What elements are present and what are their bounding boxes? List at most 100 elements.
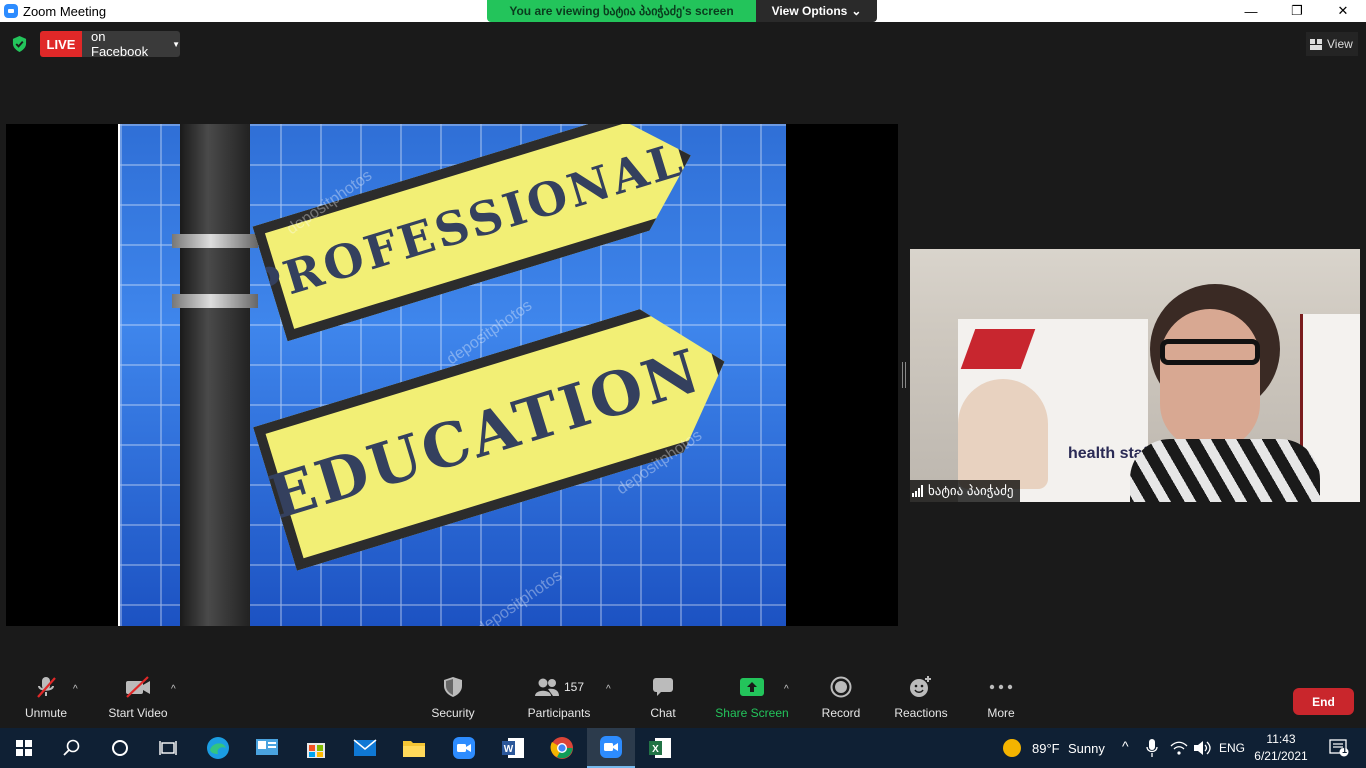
task-view-icon: [159, 741, 177, 755]
restore-button[interactable]: ❐: [1274, 0, 1320, 22]
store-bag-icon: [307, 743, 325, 758]
signpost-pole: [180, 124, 250, 626]
cortana-circle-icon: [112, 740, 128, 756]
unmute-button[interactable]: Unmute: [20, 670, 72, 728]
participants-options-caret-icon[interactable]: ^: [606, 684, 611, 695]
record-icon: [830, 676, 852, 698]
view-options-label: View Options: [771, 4, 848, 18]
participant-name-tag: ხატია პაიჭაძე: [910, 480, 1020, 502]
camera-off-icon: [126, 676, 150, 698]
view-grid-icon: [1310, 38, 1322, 50]
record-button[interactable]: Record: [818, 670, 864, 728]
svg-text:W: W: [504, 744, 514, 755]
security-button[interactable]: Security: [428, 670, 478, 728]
view-options-button[interactable]: View Options ⌄: [756, 0, 877, 22]
microphone-tray-icon[interactable]: [1146, 739, 1158, 757]
taskbar-zoom-pinned[interactable]: [440, 728, 488, 768]
participant-glasses: [1160, 339, 1260, 365]
search-button[interactable]: [48, 728, 96, 768]
viewing-screen-text: You are viewing ხატია პაიჭაძე's screen: [487, 0, 756, 22]
taskbar-word[interactable]: W: [489, 728, 537, 768]
close-button[interactable]: ✕: [1320, 0, 1366, 22]
participants-icon: [534, 678, 559, 696]
taskbar-clock[interactable]: 11:43 6/21/2021: [1253, 731, 1309, 765]
taskbar-edge[interactable]: [194, 728, 242, 768]
participants-count: 157: [563, 680, 585, 694]
taskbar-control-panel[interactable]: [243, 728, 291, 768]
minimize-icon: —: [1244, 3, 1258, 19]
action-center-button[interactable]: 1: [1318, 728, 1360, 768]
clock-time: 11:43: [1266, 732, 1296, 746]
participants-label: Participants: [527, 706, 591, 720]
participant-face: [1160, 309, 1260, 449]
participants-button[interactable]: 157 Participants: [524, 670, 594, 728]
reactions-button[interactable]: Reactions: [892, 670, 950, 728]
video-options-caret-icon[interactable]: ^: [171, 684, 176, 695]
weather-description[interactable]: Sunny: [1068, 741, 1105, 756]
more-label: More: [987, 706, 1015, 720]
edge-browser-icon: [207, 737, 229, 759]
pole-band: [172, 294, 258, 308]
restore-icon: ❐: [1291, 3, 1303, 18]
start-video-label: Start Video: [108, 706, 168, 720]
close-icon: ✕: [1337, 3, 1349, 18]
notification-count: 1: [1342, 745, 1348, 755]
mail-envelope-icon: [353, 739, 377, 756]
taskbar-zoom-active[interactable]: [587, 728, 635, 768]
taskbar-file-explorer[interactable]: [390, 728, 438, 768]
weather-temperature[interactable]: 89°F: [1032, 741, 1060, 756]
reactions-emoji-icon: [910, 676, 931, 697]
zoom-app-icon: [4, 4, 18, 18]
control-panel-icon: [256, 739, 278, 755]
chat-bubble-icon: [653, 678, 673, 696]
encryption-shield-icon[interactable]: [12, 36, 27, 52]
cortana-button[interactable]: [96, 728, 144, 768]
more-button[interactable]: More: [982, 670, 1020, 728]
participant-video-tile[interactable]: health staff ხატია პაიჭაძე: [910, 249, 1360, 502]
taskbar-mail[interactable]: [341, 728, 389, 768]
volume-icon[interactable]: [1193, 740, 1211, 756]
end-meeting-button[interactable]: End: [1293, 688, 1354, 715]
task-view-button[interactable]: [144, 728, 192, 768]
wifi-icon[interactable]: [1170, 740, 1188, 756]
word-icon: W: [502, 738, 524, 758]
taskbar-chrome[interactable]: [538, 728, 586, 768]
taskbar-excel[interactable]: X: [636, 728, 684, 768]
input-language[interactable]: ENG: [1219, 741, 1245, 755]
meeting-topbar: LIVE on Facebook ▼ View: [0, 29, 1366, 59]
start-button[interactable]: [0, 728, 48, 768]
participant-name: ხატია პაიჭაძე: [928, 483, 1014, 498]
svg-text:X: X: [652, 744, 659, 755]
chat-button[interactable]: Chat: [644, 670, 682, 728]
live-badge[interactable]: LIVE: [40, 31, 82, 57]
audio-options-caret-icon[interactable]: ^: [73, 684, 78, 695]
folder-icon: [403, 741, 425, 757]
panel-resize-handle[interactable]: [902, 362, 906, 388]
live-destination-label: on Facebook: [91, 29, 149, 59]
record-label: Record: [821, 706, 861, 720]
live-destination-dropdown[interactable]: on Facebook ▼: [82, 29, 180, 59]
weather-sun-icon[interactable]: [1002, 738, 1022, 758]
taskbar-store[interactable]: [292, 728, 340, 768]
pole-band: [172, 234, 258, 248]
shared-screen-area[interactable]: PROFESSIONAL EDUCATION depositphotos dep…: [6, 124, 898, 626]
zoom-icon: [453, 737, 475, 759]
clock-date: 6/21/2021: [1254, 749, 1308, 763]
shared-slide-image: PROFESSIONAL EDUCATION depositphotos dep…: [118, 124, 786, 626]
chevron-down-icon: ⌄: [851, 4, 862, 18]
share-options-caret-icon[interactable]: ^: [784, 684, 789, 695]
view-button[interactable]: View: [1306, 32, 1358, 56]
zoom-icon: [600, 736, 622, 758]
show-hidden-icons-chevron-icon[interactable]: ^: [1122, 738, 1129, 754]
search-icon: [63, 739, 80, 756]
signal-strength-icon: [912, 485, 923, 497]
view-label: View: [1327, 37, 1353, 51]
banner-portrait: [958, 379, 1048, 489]
start-video-button[interactable]: Start Video: [106, 670, 170, 728]
minimize-button[interactable]: —: [1228, 0, 1274, 22]
share-screen-button[interactable]: Share Screen: [714, 670, 790, 728]
background-banner: [958, 319, 1148, 502]
window-title: Zoom Meeting: [23, 3, 107, 19]
meeting-controls-toolbar: Unmute ^ Start Video ^ Security 157 Part…: [0, 670, 1366, 728]
share-screen-label: Share Screen: [715, 706, 789, 720]
